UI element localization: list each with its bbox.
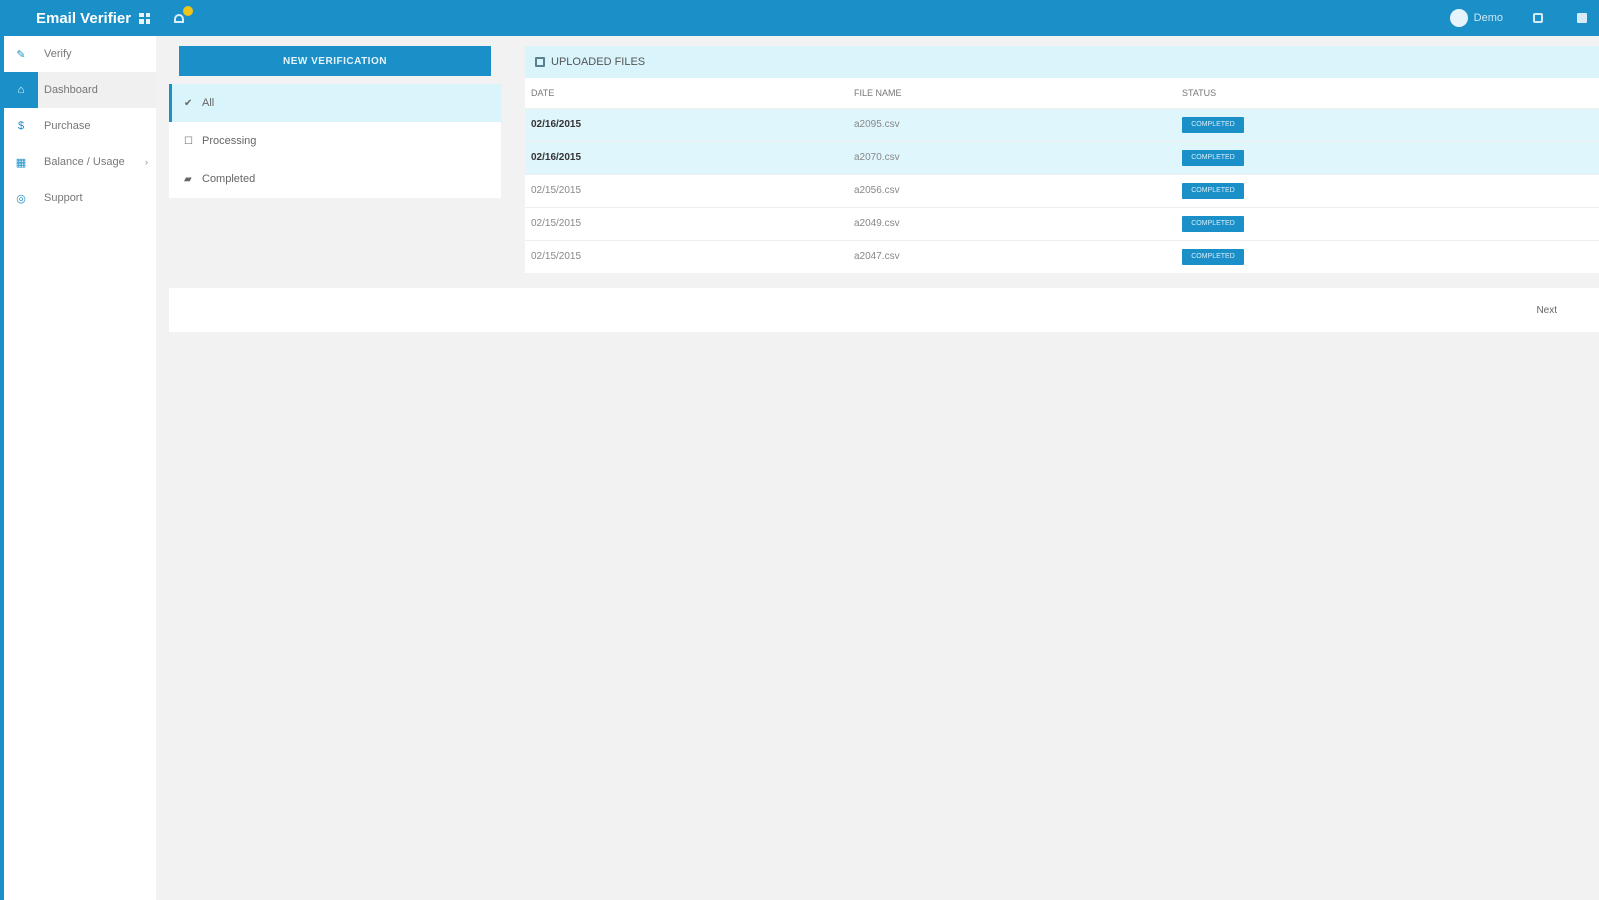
brand[interactable]: Email Verifier (36, 9, 151, 27)
avatar[interactable] (1449, 9, 1468, 27)
table-header-row: DATE FILE NAME STATUS (525, 78, 1599, 108)
row-date: 02/15/2015 (525, 239, 848, 273)
settings-icon[interactable] (1533, 13, 1543, 23)
sidebar-item-label: Verify (44, 48, 72, 60)
pagination-bar: Next (169, 288, 1599, 332)
sidebar-item-label: Purchase (44, 120, 91, 132)
filter-all[interactable]: ✔ All (169, 84, 501, 122)
dollar-icon: $ (17, 120, 25, 132)
notification-dot (183, 6, 193, 16)
table-row[interactable]: 02/15/2015 a2049.csv COMPLETED (525, 206, 1599, 240)
check-icon: ✔ (184, 97, 193, 109)
row-date: 02/15/2015 (525, 173, 848, 207)
row-file-name[interactable]: a2095.csv (848, 107, 1176, 141)
chevron-right-icon: › (145, 157, 148, 167)
next-page-link[interactable]: Next (1536, 305, 1557, 316)
uploaded-files-panel: UPLOADED FILES DATE FILE NAME STATUS 02/… (525, 46, 1599, 273)
grid-icon: ▦ (15, 156, 27, 169)
status-badge: COMPLETED (1182, 248, 1244, 265)
sidebar-item-purchase[interactable]: $ Purchase (4, 108, 156, 144)
top-bar: Email Verifier Demo (0, 0, 1599, 36)
sidebar-item-dashboard[interactable]: ⌂ Dashboard (4, 72, 156, 108)
files-table: DATE FILE NAME STATUS 02/16/2015 a2095.c… (525, 78, 1599, 273)
logout-icon[interactable] (1577, 13, 1587, 23)
panel-title: UPLOADED FILES (551, 56, 646, 68)
filter-processing[interactable]: ☐ Processing (169, 122, 501, 160)
username[interactable]: Demo (1474, 12, 1503, 24)
sidebar-item-support[interactable]: ◎ Support (4, 180, 156, 216)
status-badge: COMPLETED (1182, 215, 1244, 232)
sidebar-item-label: Support (44, 192, 83, 204)
home-icon: ⌂ (4, 72, 38, 108)
notification-bell-icon[interactable] (172, 6, 194, 28)
stack-icon: ▰ (184, 173, 192, 185)
sidebar: ✎ Verify ⌂ Dashboard $ Purchase ▦ Balanc… (0, 36, 156, 900)
filter-label: Completed (202, 173, 256, 185)
grid-icon[interactable] (139, 12, 151, 24)
filter-label: All (202, 97, 215, 109)
filter-completed[interactable]: ▰ Completed (169, 160, 501, 198)
row-file-name[interactable]: a2047.csv (848, 239, 1176, 273)
panel-header: UPLOADED FILES (525, 46, 1599, 78)
column-header-date[interactable]: DATE (525, 78, 848, 108)
user-area: Demo (1449, 0, 1599, 36)
row-status-cell: COMPLETED (1176, 107, 1599, 141)
files-icon (535, 57, 545, 67)
table-row[interactable]: 02/16/2015 a2070.csv COMPLETED (525, 140, 1599, 174)
row-file-name[interactable]: a2056.csv (848, 173, 1176, 207)
sidebar-item-balance-usage[interactable]: ▦ Balance / Usage › (4, 144, 156, 180)
new-verification-button[interactable]: NEW VERIFICATION (179, 46, 491, 76)
sidebar-item-label: Dashboard (44, 84, 98, 96)
lifebuoy-icon: ◎ (16, 192, 26, 205)
column-header-status[interactable]: STATUS (1176, 78, 1599, 108)
pencil-icon: ✎ (16, 48, 26, 61)
status-badge: COMPLETED (1182, 149, 1244, 166)
table-row[interactable]: 02/16/2015 a2095.csv COMPLETED (525, 107, 1599, 141)
row-file-name[interactable]: a2070.csv (848, 140, 1176, 174)
column-header-file-name[interactable]: FILE NAME (848, 78, 1176, 108)
sidebar-item-verify[interactable]: ✎ Verify (4, 36, 156, 72)
filter-panel: NEW VERIFICATION ✔ All ☐ Processing ▰ Co… (169, 46, 501, 198)
filter-label: Processing (202, 135, 257, 147)
sidebar-item-label: Balance / Usage (44, 156, 125, 168)
row-status-cell: COMPLETED (1176, 173, 1599, 207)
row-status-cell: COMPLETED (1176, 140, 1599, 174)
filter-list: ✔ All ☐ Processing ▰ Completed (169, 84, 501, 198)
row-file-name[interactable]: a2049.csv (848, 206, 1176, 240)
checkbox-icon: ☐ (184, 135, 193, 147)
row-date: 02/16/2015 (525, 140, 848, 174)
status-badge: COMPLETED (1182, 116, 1244, 133)
row-status-cell: COMPLETED (1176, 206, 1599, 240)
row-status-cell: COMPLETED (1176, 239, 1599, 273)
row-date: 02/16/2015 (525, 107, 848, 141)
table-row[interactable]: 02/15/2015 a2047.csv COMPLETED (525, 239, 1599, 273)
app-title: Email Verifier (36, 9, 132, 27)
row-date: 02/15/2015 (525, 206, 848, 240)
table-row[interactable]: 02/15/2015 a2056.csv COMPLETED (525, 173, 1599, 207)
status-badge: COMPLETED (1182, 182, 1244, 199)
